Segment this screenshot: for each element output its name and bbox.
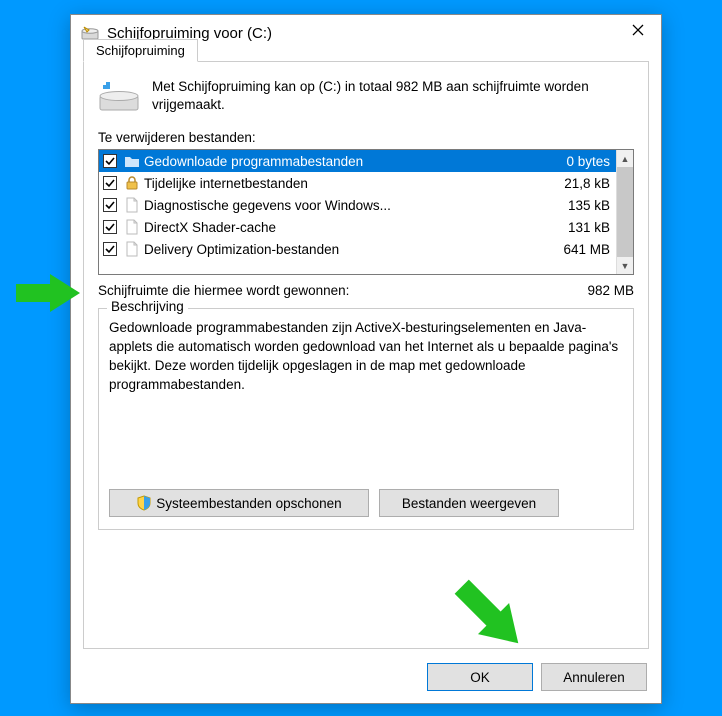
file-name: Gedownloade programmabestanden [144,154,562,169]
ok-button[interactable]: OK [427,663,533,691]
file-checkbox[interactable] [103,176,117,190]
file-size: 131 kB [568,220,612,235]
file-row[interactable]: DirectX Shader-cache 131 kB [99,216,616,238]
description-legend: Beschrijving [107,299,188,314]
scroll-down-button[interactable]: ▼ [617,257,633,274]
file-size: 21,8 kB [564,176,612,191]
file-icon [124,219,140,235]
file-list[interactable]: Gedownloade programmabestanden 0 bytes Tij… [98,149,634,275]
file-size: 135 kB [568,198,612,213]
folder-icon [124,153,140,169]
file-icon [124,241,140,257]
scroll-thumb[interactable] [617,167,633,257]
file-checkbox[interactable] [103,154,117,168]
ok-label: OK [470,670,490,685]
file-name: Diagnostische gegevens voor Windows... [144,198,564,213]
drive-icon [98,78,140,116]
file-name: Delivery Optimization-bestanden [144,242,559,257]
intro-text: Met Schijfopruiming kan op (C:) in totaa… [152,78,634,116]
view-files-label: Bestanden weergeven [402,496,536,511]
description-group: Beschrijving Gedownloade programmabestan… [98,308,634,530]
lock-icon [124,175,140,191]
file-row[interactable]: Delivery Optimization-bestanden 641 MB [99,238,616,260]
file-checkbox[interactable] [103,198,117,212]
file-name: Tijdelijke internetbestanden [144,176,560,191]
file-row[interactable]: Diagnostische gegevens voor Windows... 13… [99,194,616,216]
files-label: Te verwijderen bestanden: [98,130,634,145]
gain-label: Schijfruimte die hiermee wordt gewonnen: [98,283,349,298]
cleanup-system-label: Systeembestanden opschonen [156,496,341,511]
file-row[interactable]: Tijdelijke internetbestanden 21,8 kB [99,172,616,194]
file-row[interactable]: Gedownloade programmabestanden 0 bytes [99,150,616,172]
file-icon [124,197,140,213]
view-files-button[interactable]: Bestanden weergeven [379,489,559,517]
disk-cleanup-dialog: Schijfopruiming voor (C:) Schijfopruimin… [70,14,662,704]
cancel-label: Annuleren [563,670,625,685]
close-button[interactable] [615,15,661,45]
description-text: Gedownloade programmabestanden zijn Acti… [109,319,623,395]
tab-schijfopruiming[interactable]: Schijfopruiming [83,39,198,62]
file-checkbox[interactable] [103,220,117,234]
cancel-button[interactable]: Annuleren [541,663,647,691]
shield-icon [136,495,152,511]
scrollbar[interactable]: ▲ ▼ [616,150,633,274]
file-size: 0 bytes [566,154,612,169]
file-checkbox[interactable] [103,242,117,256]
file-size: 641 MB [563,242,612,257]
file-name: DirectX Shader-cache [144,220,564,235]
scroll-up-button[interactable]: ▲ [617,150,633,167]
cleanup-system-button[interactable]: Systeembestanden opschonen [109,489,369,517]
gain-value: 982 MB [587,283,634,298]
dialog-content: Schijfopruiming Met Schijfopruiming kan … [83,61,649,649]
